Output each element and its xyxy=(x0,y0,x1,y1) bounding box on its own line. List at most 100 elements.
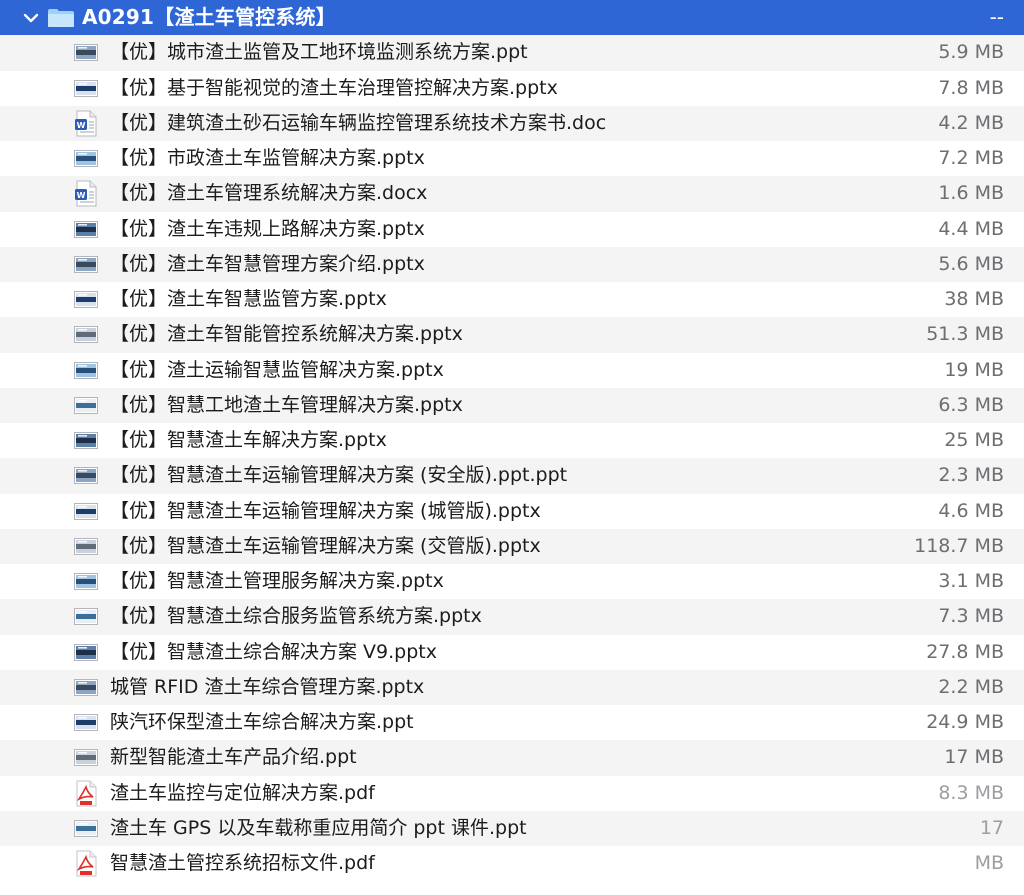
file-name: 【优】智慧渣土车运输管理解决方案 (安全版).ppt.ppt xyxy=(110,464,568,487)
slide-thumbnail-icon xyxy=(74,815,98,842)
slide-thumbnail-icon xyxy=(74,392,98,419)
file-size: 27.8 MB xyxy=(926,640,1004,663)
file-size: 17 MB xyxy=(944,746,1004,769)
svg-text:W: W xyxy=(77,121,86,130)
file-row[interactable]: 【优】智慧渣土车运输管理解决方案 (城管版).pptx 4.6 MB xyxy=(0,494,1024,529)
file-size: 4.2 MB xyxy=(938,111,1004,134)
file-name: 【优】智慧渣土综合服务监管系统方案.pptx xyxy=(110,605,482,628)
file-size: 7.8 MB xyxy=(938,76,1004,99)
folder-name: A0291【渣土车管控系统】 xyxy=(82,5,336,29)
file-list: A0291【渣土车管控系统】 -- 【优】城市渣土监管及工地环境监测系统方案.p… xyxy=(0,0,1024,881)
file-size: 24.9 MB xyxy=(926,711,1004,733)
file-row[interactable]: 【优】城市渣土监管及工地环境监测系统方案.ppt 5.9 MB xyxy=(0,35,1024,71)
file-row[interactable]: 陕汽环保型渣土车综合解决方案.ppt 24.9 MB xyxy=(0,705,1024,740)
file-row[interactable]: 【优】智慧渣土管理服务解决方案.pptx 3.1 MB xyxy=(0,564,1024,599)
file-name: 【优】渣土车智慧管理方案介绍.pptx xyxy=(110,252,425,275)
file-row[interactable]: 新型智能渣土车产品介绍.ppt 17 MB xyxy=(0,740,1024,776)
file-size: 2.2 MB xyxy=(938,675,1004,698)
file-size: 4.6 MB xyxy=(938,499,1004,522)
file-size: 3.1 MB xyxy=(938,570,1004,592)
file-name: 【优】智慧工地渣土车管理解决方案.pptx xyxy=(110,393,463,416)
file-size: 38 MB xyxy=(944,288,1004,310)
file-row[interactable]: 【优】渣土车智慧管理方案介绍.pptx 5.6 MB xyxy=(0,246,1024,282)
file-size: 5.9 MB xyxy=(938,41,1004,64)
slide-thumbnail-icon xyxy=(74,462,98,489)
svg-text:W: W xyxy=(77,191,86,200)
file-name: 渣土车 GPS 以及车载称重应用简介 ppt 课件.ppt xyxy=(110,816,527,839)
file-row[interactable]: 【优】智慧渣土车解决方案.pptx 25 MB xyxy=(0,423,1024,458)
file-name: 【优】智慧渣土车解决方案.pptx xyxy=(110,429,387,451)
file-name: 新型智能渣土车产品介绍.ppt xyxy=(110,746,357,769)
slide-thumbnail-icon xyxy=(74,216,98,243)
file-name: 智慧渣土管控系统招标文件.pdf xyxy=(110,852,375,874)
file-size: 19 MB xyxy=(944,358,1004,381)
word-doc-icon: W xyxy=(74,110,98,137)
slide-thumbnail-icon xyxy=(74,709,98,736)
file-row[interactable]: 渣土车监控与定位解决方案.pdf 8.3 MB xyxy=(0,776,1024,811)
folder-row[interactable]: A0291【渣土车管控系统】 -- xyxy=(0,0,1024,36)
file-row[interactable]: 【优】基于智能视觉的渣土车治理管控解决方案.pptx 7.8 MB xyxy=(0,71,1024,106)
pdf-icon xyxy=(74,850,98,877)
file-row[interactable]: 智慧渣土管控系统招标文件.pdf MB xyxy=(0,846,1024,881)
file-size: 7.2 MB xyxy=(938,147,1004,169)
file-name: 【优】渣土运输智慧监管解决方案.pptx xyxy=(110,358,444,381)
file-name: 【优】建筑渣土砂石运输车辆监控管理系统技术方案书.doc xyxy=(110,111,607,134)
file-name: 【优】基于智能视觉的渣土车治理管控解决方案.pptx xyxy=(110,76,558,99)
file-row[interactable]: W 【优】渣土车管理系统解决方案.docx 1.6 MB xyxy=(0,176,1024,212)
word-doc-icon: W xyxy=(74,180,98,207)
slide-thumbnail-icon xyxy=(74,498,98,525)
file-name: 【优】智慧渣土管理服务解决方案.pptx xyxy=(110,570,444,592)
file-size: 5.6 MB xyxy=(938,252,1004,275)
slide-thumbnail-icon xyxy=(74,568,98,595)
slide-thumbnail-icon xyxy=(74,286,98,313)
slide-thumbnail-icon xyxy=(74,674,98,701)
file-name: 【优】城市渣土监管及工地环境监测系统方案.ppt xyxy=(110,41,528,64)
file-size: 4.4 MB xyxy=(938,217,1004,240)
file-name: 【优】智慧渣土综合解决方案 V9.pptx xyxy=(110,640,437,663)
file-name: 渣土车监控与定位解决方案.pdf xyxy=(110,781,375,804)
file-size: 2.3 MB xyxy=(938,464,1004,487)
file-row[interactable]: 【优】渣土车违规上路解决方案.pptx 4.4 MB xyxy=(0,212,1024,247)
folder-icon xyxy=(47,8,75,28)
file-row[interactable]: W 【优】建筑渣土砂石运输车辆监控管理系统技术方案书.doc 4.2 MB xyxy=(0,105,1024,141)
file-size: 51.3 MB xyxy=(926,323,1004,346)
file-row[interactable]: 【优】智慧渣土综合解决方案 V9.pptx 27.8 MB xyxy=(0,635,1024,670)
file-row[interactable]: 【优】市政渣土车监管解决方案.pptx 7.2 MB xyxy=(0,141,1024,176)
file-row[interactable]: 渣土车 GPS 以及车载称重应用简介 ppt 课件.ppt 17 xyxy=(0,810,1024,846)
file-name: 【优】智慧渣土车运输管理解决方案 (交管版).pptx xyxy=(110,534,541,557)
file-size: 7.3 MB xyxy=(938,605,1004,628)
file-name: 【优】市政渣土车监管解决方案.pptx xyxy=(110,147,425,169)
file-row[interactable]: 【优】智慧工地渣土车管理解决方案.pptx 6.3 MB xyxy=(0,387,1024,423)
slide-thumbnail-icon xyxy=(74,427,98,454)
file-name: 【优】渣土车管理系统解决方案.docx xyxy=(110,182,428,205)
pdf-icon xyxy=(74,780,98,807)
slide-thumbnail-icon xyxy=(74,357,98,384)
slide-thumbnail-icon xyxy=(74,639,98,666)
file-size: MB xyxy=(974,852,1004,874)
file-row[interactable]: 城管 RFID 渣土车综合管理方案.pptx 2.2 MB xyxy=(0,669,1024,705)
file-name: 陕汽环保型渣土车综合解决方案.ppt xyxy=(110,711,414,733)
slide-thumbnail-icon xyxy=(74,744,98,771)
slide-thumbnail-icon xyxy=(74,75,98,102)
slide-thumbnail-icon xyxy=(74,321,98,348)
slide-thumbnail-icon xyxy=(74,251,98,278)
file-row[interactable]: 【优】渣土车智能管控系统解决方案.pptx 51.3 MB xyxy=(0,317,1024,353)
file-size: 118.7 MB xyxy=(914,534,1004,557)
file-size: 17 xyxy=(979,816,1004,839)
file-row[interactable]: 【优】智慧渣土车运输管理解决方案 (交管版).pptx 118.7 MB xyxy=(0,528,1024,564)
slide-thumbnail-icon xyxy=(74,533,98,560)
slide-thumbnail-icon xyxy=(74,603,98,630)
folder-size: -- xyxy=(989,5,1004,29)
file-name: 【优】智慧渣土车运输管理解决方案 (城管版).pptx xyxy=(110,499,541,522)
file-row[interactable]: 【优】渣土车智慧监管方案.pptx 38 MB xyxy=(0,282,1024,317)
file-row[interactable]: 【优】智慧渣土综合服务监管系统方案.pptx 7.3 MB xyxy=(0,599,1024,635)
slide-thumbnail-icon xyxy=(74,39,98,66)
file-name: 【优】渣土车智能管控系统解决方案.pptx xyxy=(110,323,463,346)
file-size: 1.6 MB xyxy=(938,182,1004,205)
file-row[interactable]: 【优】智慧渣土车运输管理解决方案 (安全版).ppt.ppt 2.3 MB xyxy=(0,458,1024,494)
file-size: 8.3 MB xyxy=(938,781,1004,804)
file-row[interactable]: 【优】渣土运输智慧监管解决方案.pptx 19 MB xyxy=(0,353,1024,388)
chevron-down-icon[interactable] xyxy=(20,0,42,35)
slide-thumbnail-icon xyxy=(74,145,98,172)
file-name: 【优】渣土车违规上路解决方案.pptx xyxy=(110,217,425,240)
